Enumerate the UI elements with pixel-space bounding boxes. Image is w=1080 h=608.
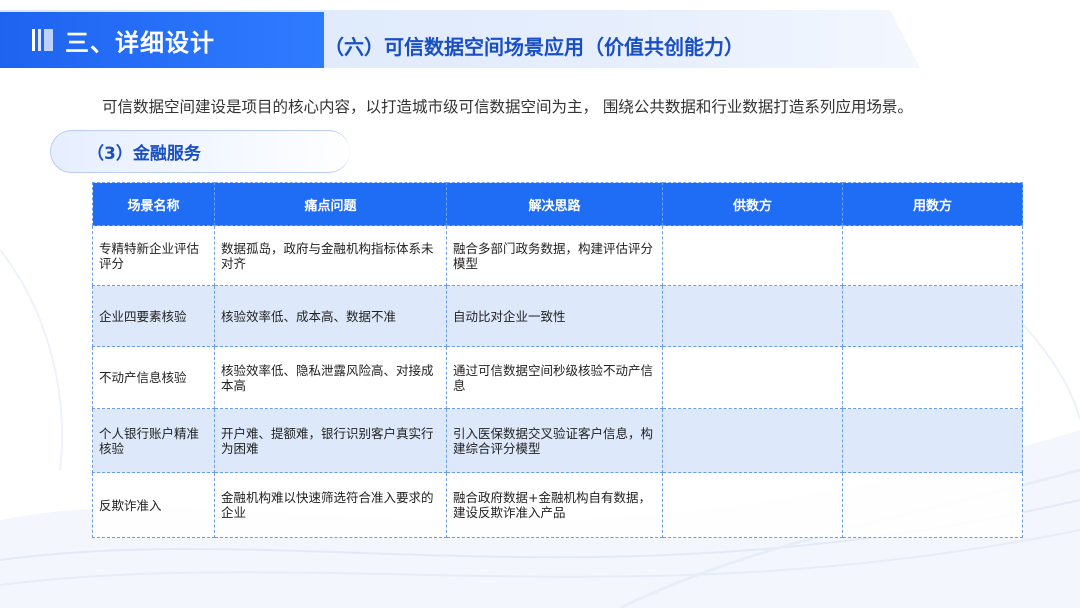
cell-provider: [662, 472, 843, 538]
cell-solution: 通过可信数据空间秒级核验不动产信息: [446, 346, 663, 409]
cell-scenario: 企业四要素核验: [92, 285, 215, 347]
page-subtitle: （六）可信数据空间场景应用（价值共创能力）: [324, 35, 744, 59]
section-title: 三、详细设计: [65, 28, 215, 57]
cell-pain-point: 开户难、提额难，银行识别客户真实行为困难: [214, 408, 447, 473]
subsection-title: （3）金融服务: [87, 144, 201, 164]
cell-provider: [662, 346, 843, 409]
cell-consumer: [842, 225, 1023, 286]
cell-scenario: 专精特新企业评估评分: [92, 225, 215, 286]
header-pain-point: 痛点问题: [214, 182, 447, 226]
table-row: 反欺诈准入 金融机构难以快速筛选符合准入要求的企业 融合政府数据+金融机构自有数…: [92, 472, 1023, 538]
header-scenario: 场景名称: [92, 182, 215, 226]
cell-pain-point: 核验效率低、成本高、数据不准: [214, 285, 447, 347]
cell-pain-point: 数据孤岛，政府与金融机构指标体系未对齐: [214, 225, 447, 286]
cell-solution: 融合政府数据+金融机构自有数据，建设反欺诈准入产品: [446, 472, 663, 538]
cell-consumer: [842, 472, 1023, 538]
subsection-pill: （3）金融服务: [50, 130, 350, 173]
table-row: 专精特新企业评估评分 数据孤岛，政府与金融机构指标体系未对齐 融合多部门政务数据…: [92, 225, 1023, 286]
table-row: 个人银行账户精准核验 开户难、提额难，银行识别客户真实行为困难 引入医保数据交叉…: [92, 408, 1023, 473]
table-row: 不动产信息核验 核验效率低、隐私泄露风险高、对接成本高 通过可信数据空间秒级核验…: [92, 346, 1023, 409]
cell-pain-point: 核验效率低、隐私泄露风险高、对接成本高: [214, 346, 447, 409]
cell-provider: [662, 225, 843, 286]
cell-solution: 自动比对企业一致性: [446, 285, 663, 347]
table-header-row: 场景名称 痛点问题 解决思路 供数方 用数方: [92, 182, 1023, 226]
cell-provider: [662, 285, 843, 347]
cell-pain-point: 金融机构难以快速筛选符合准入要求的企业: [214, 472, 447, 538]
intro-text: 可信数据空间建设是项目的核心内容，以打造城市级可信数据空间为主， 围绕公共数据和…: [102, 98, 913, 116]
cell-solution: 融合多部门政务数据，构建评估评分模型: [446, 225, 663, 286]
cell-scenario: 反欺诈准入: [92, 472, 215, 538]
cell-consumer: [842, 346, 1023, 409]
header-consumer: 用数方: [842, 182, 1023, 226]
cell-consumer: [842, 408, 1023, 473]
table-row: 企业四要素核验 核验效率低、成本高、数据不准 自动比对企业一致性: [92, 285, 1023, 347]
cell-provider: [662, 408, 843, 473]
cell-scenario: 个人银行账户精准核验: [92, 408, 215, 473]
scenario-table: 场景名称 痛点问题 解决思路 供数方 用数方 专精特新企业评估评分 数据孤岛，政…: [92, 182, 1023, 538]
section-header: 三、详细设计: [0, 12, 324, 68]
cell-scenario: 不动产信息核验: [92, 346, 215, 409]
cell-consumer: [842, 285, 1023, 347]
header-provider: 供数方: [662, 182, 843, 226]
header-solution: 解决思路: [446, 182, 663, 226]
section-bars-icon: [32, 29, 53, 51]
cell-solution: 引入医保数据交叉验证客户信息，构建综合评分模型: [446, 408, 663, 473]
